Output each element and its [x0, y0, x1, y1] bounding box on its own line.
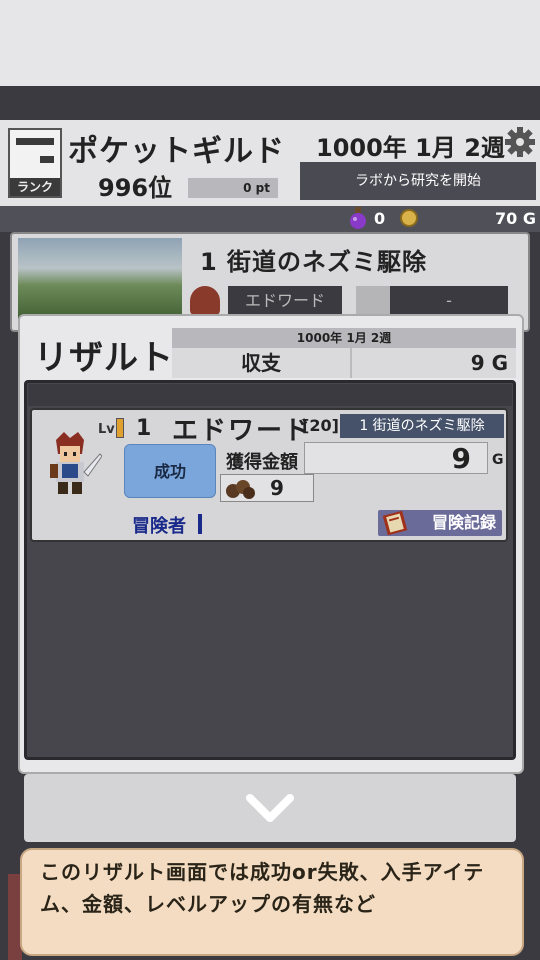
- rank-position: 996位: [98, 174, 173, 202]
- result-title: リザルト: [34, 338, 174, 378]
- current-date: 1000年 1月 2週: [316, 134, 505, 162]
- earned-gold-label: 獲得金額: [226, 452, 298, 473]
- top-blank-area: [0, 0, 540, 86]
- gold-unit: G: [492, 452, 504, 468]
- points-box: 0 pt: [188, 178, 278, 198]
- rank-badge-label: ランク: [10, 178, 60, 196]
- rank-bar-mid: [40, 156, 54, 163]
- adventurer-link[interactable]: 冒険者: [132, 512, 186, 538]
- income-value: 9 G: [352, 348, 516, 378]
- quest-title: 1 街道のネズミ駆除: [200, 248, 428, 276]
- start-research-button[interactable]: ラボから研究を開始: [300, 162, 536, 200]
- adventurer-number: [20]: [302, 416, 339, 435]
- gold-amount: 70 G: [495, 209, 536, 228]
- income-label: 収支: [172, 348, 352, 378]
- guild-name: ポケットギルド: [68, 134, 285, 169]
- gear-icon[interactable]: [504, 126, 536, 158]
- ore-item-icon: [224, 477, 256, 499]
- quest-slot-placeholder: -: [390, 286, 508, 316]
- adventurer-quest-tag: 1 街道のネズミ駆除: [340, 414, 504, 438]
- adventurer-name: エドワード: [172, 416, 313, 446]
- coin-icon: [400, 209, 418, 227]
- chevron-down-icon: [246, 790, 294, 826]
- adventurer-link-cursor: [198, 514, 202, 534]
- rank-badge[interactable]: ランク: [8, 128, 62, 198]
- resource-bar: [0, 206, 540, 232]
- book-icon: [382, 510, 414, 536]
- result-date: 1000年 1月 2週: [172, 328, 516, 348]
- potion-icon: [348, 206, 368, 230]
- level-exp-bar: [116, 418, 124, 438]
- level-label: Lv: [98, 422, 115, 437]
- hero-portrait-icon: [190, 286, 220, 316]
- tutorial-tip[interactable]: このリザルト画面では成功or失敗、入手アイテム、金額、レベルアップの有無など: [20, 848, 524, 956]
- dark-strip: [0, 86, 540, 120]
- earned-gold-value: 9: [304, 442, 488, 475]
- success-badge: 成功: [124, 444, 216, 498]
- potion-count: 0: [374, 209, 386, 228]
- quest-empty-slot[interactable]: -: [356, 286, 508, 316]
- level-value: 1: [136, 416, 152, 441]
- quest-hero-name: エドワード: [228, 286, 342, 316]
- result-list-header: [28, 384, 512, 406]
- adventurer-sprite: [42, 430, 103, 500]
- rank-bar-top: [16, 138, 54, 145]
- item-count: 9: [270, 476, 284, 500]
- quest-landscape-image: [18, 238, 182, 324]
